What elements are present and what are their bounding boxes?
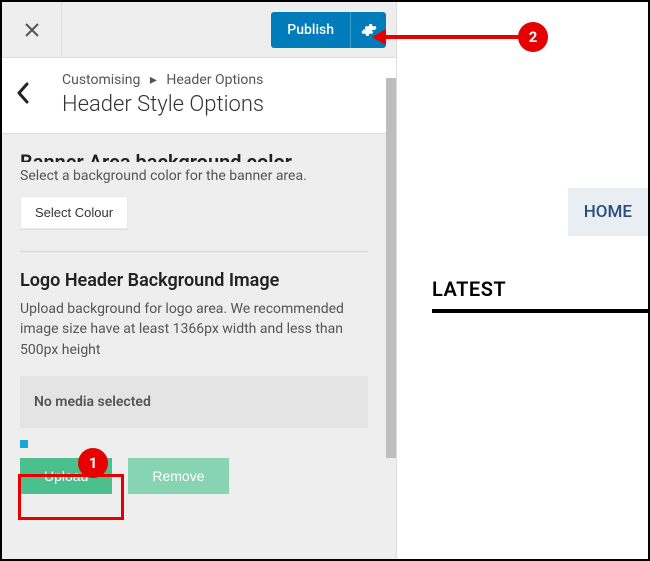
section-desc-banner: Select a background color for the banner… bbox=[20, 168, 368, 184]
breadcrumb: Customising ▸ Header Options bbox=[62, 72, 378, 88]
select-colour-button[interactable]: Select Colour bbox=[20, 196, 128, 229]
section-desc-logo-bg: Upload background for logo area. We reco… bbox=[20, 299, 368, 360]
publish-button[interactable]: Publish bbox=[271, 12, 386, 48]
chevron-right-icon: ▸ bbox=[150, 72, 157, 88]
latest-underline bbox=[432, 309, 648, 313]
customizer-toolbar: Publish bbox=[2, 2, 396, 58]
gear-icon[interactable] bbox=[350, 12, 386, 48]
breadcrumb-root: Customising bbox=[62, 72, 140, 88]
panel-header: Customising ▸ Header Options Header Styl… bbox=[2, 58, 396, 134]
page-title: Header Style Options bbox=[62, 92, 378, 117]
upload-button[interactable]: Upload bbox=[20, 458, 112, 494]
media-button-row: Upload Remove bbox=[20, 458, 368, 494]
section-title-logo-bg: Logo Header Background Image bbox=[20, 270, 368, 291]
section-title-banner: Banner Area background color bbox=[20, 152, 292, 162]
latest-heading: LATEST bbox=[432, 277, 648, 301]
customizer-panel: Publish Customising ▸ Header Options Hea… bbox=[2, 2, 397, 559]
chevron-left-icon[interactable] bbox=[16, 82, 30, 110]
no-media-placeholder: No media selected bbox=[20, 376, 368, 428]
divider bbox=[20, 251, 368, 252]
panel-scroll-area: Banner Area background color Select a ba… bbox=[2, 152, 386, 559]
scrollbar[interactable] bbox=[386, 78, 396, 458]
latest-heading-block: LATEST bbox=[432, 277, 648, 313]
remove-button[interactable]: Remove bbox=[128, 458, 228, 494]
breadcrumb-parent: Header Options bbox=[166, 72, 263, 88]
nav-home[interactable]: HOME bbox=[568, 188, 648, 236]
publish-button-label: Publish bbox=[271, 22, 350, 38]
color-swatch bbox=[20, 440, 28, 448]
close-icon[interactable] bbox=[2, 2, 62, 58]
site-preview: HOME LATEST bbox=[397, 2, 648, 559]
